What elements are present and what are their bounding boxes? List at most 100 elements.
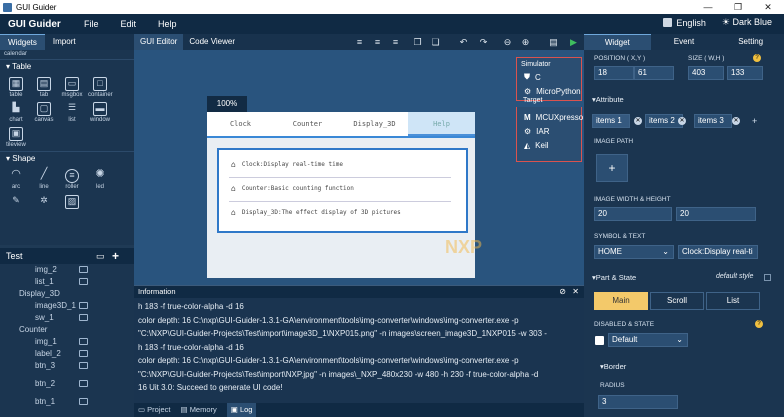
widget-chart[interactable]: ▙ chart — [4, 101, 28, 123]
edit-icon[interactable] — [79, 350, 88, 357]
widget-roller[interactable]: ≡ roller — [60, 168, 84, 190]
align-center-icon[interactable]: ≡ — [372, 38, 383, 47]
widget-msgbox[interactable]: ▭ msgbox — [60, 76, 84, 98]
help-icon[interactable]: ? — [753, 54, 761, 62]
tree-group[interactable]: Counter — [0, 324, 134, 336]
attribute-section[interactable]: ▾Attribute — [592, 95, 784, 107]
menu-help[interactable]: Help — [158, 19, 177, 29]
edit-icon[interactable] — [79, 302, 88, 309]
part-list-button[interactable]: List — [706, 292, 760, 310]
folder-icon[interactable]: ▭ — [96, 251, 105, 262]
section-shape-header[interactable]: ▾ Shape — [0, 151, 134, 165]
widget-tab[interactable]: ▤ tab — [32, 76, 56, 98]
widget-canvas[interactable]: ▢ canvas — [32, 101, 56, 123]
edit-icon[interactable] — [79, 380, 88, 387]
tab-event[interactable]: Event — [651, 34, 718, 50]
list-item[interactable]: ⌂ Clock:Display real-time time — [231, 160, 343, 169]
edit-icon[interactable] — [79, 278, 88, 285]
edit-icon[interactable] — [79, 314, 88, 321]
widget-container[interactable]: □ container — [88, 76, 113, 98]
tab-widgets[interactable]: Widgets — [0, 34, 45, 50]
close-item-icon[interactable]: ✕ — [732, 117, 740, 125]
tree-item[interactable]: btn_2 — [0, 378, 134, 390]
widget-arc[interactable]: ◠ arc — [4, 168, 28, 191]
border-section[interactable]: ▾Border — [600, 362, 784, 374]
tree-item[interactable]: image3D_1 — [0, 300, 134, 312]
widget-tileview[interactable]: ▣ tileview — [4, 126, 28, 148]
tab-log[interactable]: ▣ Log — [226, 403, 257, 417]
screen-tabview[interactable]: Clock Counter Display_3D Help — [207, 112, 475, 136]
zoom-in-icon[interactable]: ⊕ — [520, 38, 531, 47]
part-state-section[interactable]: ▾Part & State default style — [592, 273, 784, 285]
size-w-input[interactable]: 403 — [688, 66, 724, 80]
zoom-out-icon[interactable]: ⊖ — [502, 38, 513, 47]
add-item-button[interactable]: + — [752, 116, 757, 126]
tab-memory[interactable]: ▤ Memory — [181, 403, 217, 417]
tree-item[interactable]: btn_3 — [0, 360, 134, 372]
generate-code-icon[interactable]: ▤ — [548, 38, 559, 47]
run-icon[interactable]: ▶ — [568, 38, 579, 47]
tree-item[interactable]: list_1 — [0, 276, 134, 288]
image-path-add[interactable]: + — [596, 154, 628, 182]
edit-icon[interactable] — [79, 338, 88, 345]
tree-item[interactable]: img_1 — [0, 336, 134, 348]
edit-icon[interactable] — [79, 362, 88, 369]
minimize-button[interactable]: — — [694, 0, 722, 14]
paste-icon[interactable]: ❏ — [430, 38, 441, 47]
tab-code-viewer[interactable]: Code Viewer — [183, 34, 241, 50]
widget-led[interactable]: ✺ led — [88, 168, 112, 191]
target-iar[interactable]: ⚙ IAR — [517, 125, 581, 139]
default-style-checkbox[interactable] — [764, 274, 771, 281]
undo-icon[interactable]: ↶ — [458, 38, 469, 47]
theme-selector[interactable]: ☀ Dark Blue — [722, 17, 772, 28]
screen-tab-display3d[interactable]: Display_3D — [341, 112, 408, 136]
tree-item[interactable]: label_2 — [0, 348, 134, 360]
target-mcuxpresso[interactable]: M MCUXpresso — [517, 107, 583, 125]
help-list[interactable]: ⌂ Clock:Display real-time time ⌂ Counter:B… — [217, 148, 468, 233]
widget-pen[interactable]: ✎ — [4, 194, 28, 210]
tab-widget[interactable]: Widget — [584, 34, 651, 50]
close-item-icon[interactable]: ✕ — [634, 117, 642, 125]
tab-gui-editor[interactable]: GUI Editor — [134, 34, 184, 50]
tab-project[interactable]: ▭ Project — [138, 403, 171, 417]
screen-tab-clock[interactable]: Clock — [207, 112, 274, 136]
redo-icon[interactable]: ↷ — [478, 38, 489, 47]
tree-item[interactable]: btn_1 — [0, 396, 134, 408]
align-left-icon[interactable]: ≡ — [354, 38, 365, 47]
disabled-checkbox[interactable] — [595, 336, 604, 345]
menu-file[interactable]: File — [84, 19, 99, 29]
tab-setting[interactable]: Setting — [717, 34, 784, 50]
help-icon[interactable]: ? — [755, 320, 763, 328]
copy-icon[interactable]: ❐ — [412, 38, 423, 47]
part-main-button[interactable]: Main — [594, 292, 648, 310]
tree-item[interactable]: sw_1 — [0, 312, 134, 324]
close-item-icon[interactable]: ✕ — [678, 117, 686, 125]
tab-import[interactable]: Import — [45, 34, 84, 50]
align-right-icon[interactable]: ≡ — [390, 38, 401, 47]
state-select[interactable]: Default ⌄ — [608, 333, 688, 347]
item-tab-1[interactable]: items 1 — [592, 114, 630, 128]
add-screen-button[interactable]: + — [112, 249, 119, 263]
tree-group[interactable]: Display_3D — [0, 288, 134, 300]
text-input[interactable]: Clock:Display real-ti — [678, 245, 758, 259]
widget-image[interactable]: ▨ — [60, 194, 84, 210]
list-item[interactable]: ⌂ Counter:Basic counting function — [231, 184, 354, 193]
pos-x-input[interactable]: 18 — [594, 66, 634, 80]
screen-tab-help[interactable]: Help — [408, 112, 475, 136]
image-height-input[interactable]: 20 — [676, 207, 756, 221]
section-table-header[interactable]: ▾ Table — [0, 59, 134, 73]
symbol-select[interactable]: HOME ⌄ — [594, 245, 674, 259]
screen-tab-counter[interactable]: Counter — [274, 112, 341, 136]
list-item[interactable]: ⌂ Display_3D:The effect display of 3D pic… — [231, 208, 401, 217]
radius-input[interactable]: 3 — [598, 395, 678, 409]
menu-edit[interactable]: Edit — [121, 19, 137, 29]
widget-line[interactable]: ╱ line — [32, 168, 56, 191]
clear-icon[interactable]: ⊘ — [559, 286, 566, 298]
item-tab-3[interactable]: items 3 — [694, 114, 732, 128]
edit-icon[interactable] — [79, 398, 88, 405]
maximize-button[interactable]: ❐ — [724, 0, 752, 14]
tree-item[interactable]: img_2 — [0, 264, 134, 276]
close-icon[interactable]: ✕ — [572, 286, 579, 298]
part-scroll-button[interactable]: Scroll — [650, 292, 704, 310]
close-window-button[interactable]: ✕ — [754, 0, 782, 14]
